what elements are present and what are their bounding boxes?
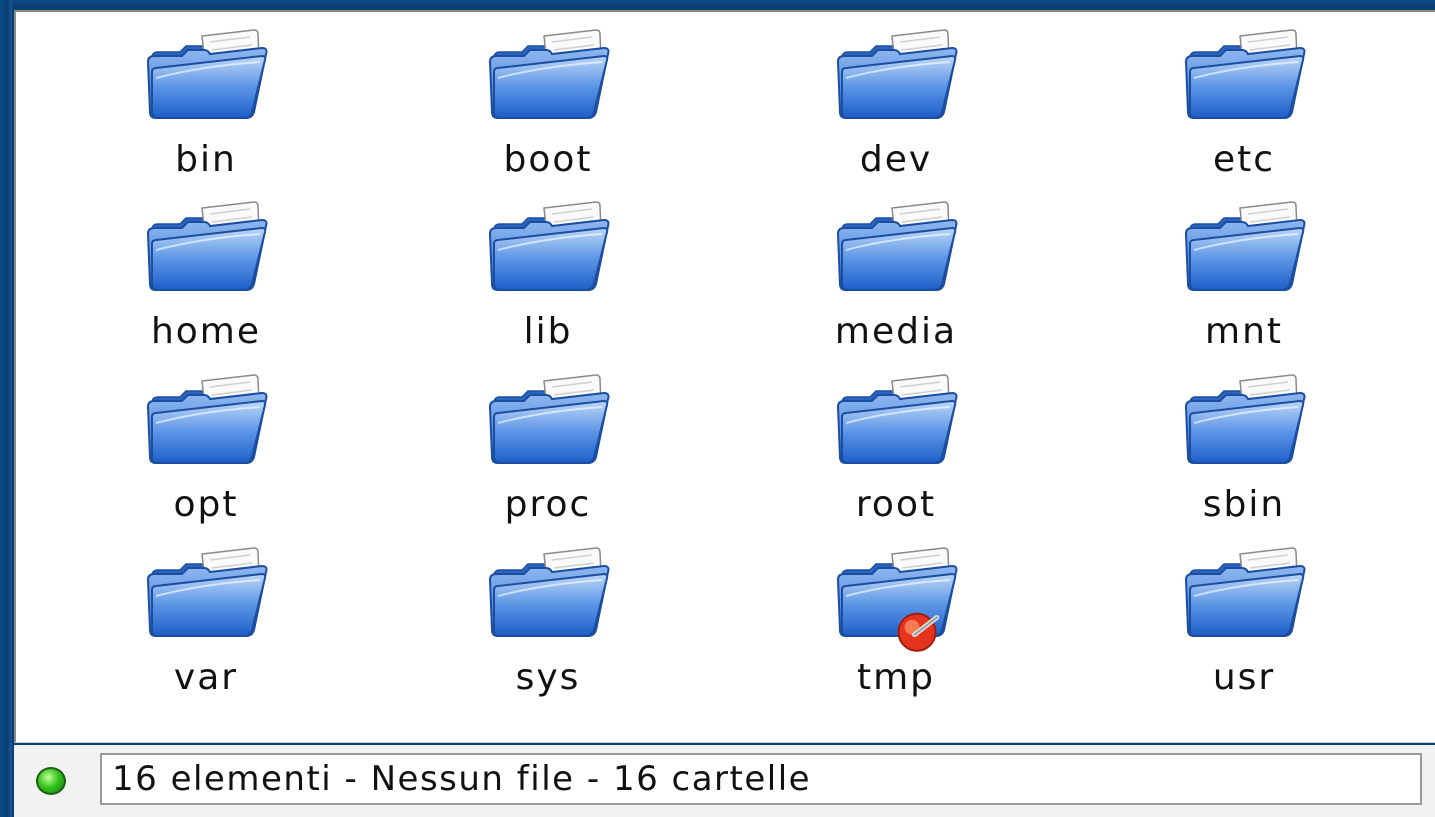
folder-label: lib bbox=[523, 311, 573, 352]
folder-item-proc[interactable]: proc bbox=[418, 357, 678, 525]
folder-icon bbox=[484, 373, 612, 473]
folder-label: bin bbox=[175, 139, 237, 180]
folder-item-var[interactable]: var bbox=[76, 530, 336, 698]
folder-label: var bbox=[173, 657, 239, 698]
folder-item-dev[interactable]: dev bbox=[766, 12, 1026, 180]
folder-icon bbox=[1180, 28, 1308, 128]
folder-label: home bbox=[150, 311, 262, 352]
folder-item-opt[interactable]: opt bbox=[76, 357, 336, 525]
folder-view[interactable]: bin boot dev etc home lib media mnt opt … bbox=[14, 10, 1435, 743]
folder-label: boot bbox=[503, 139, 593, 180]
folder-label: sys bbox=[515, 657, 581, 698]
folder-item-sys[interactable]: sys bbox=[418, 530, 678, 698]
folder-item-tmp[interactable]: tmp bbox=[766, 530, 1026, 698]
folder-icon bbox=[142, 200, 270, 300]
folder-icon bbox=[142, 28, 270, 128]
folder-item-lib[interactable]: lib bbox=[418, 184, 678, 352]
folder-label: mnt bbox=[1205, 311, 1283, 352]
folder-label: proc bbox=[504, 484, 592, 525]
status-indicator-icon bbox=[36, 767, 66, 795]
folder-icon bbox=[142, 546, 270, 646]
folder-label: tmp bbox=[856, 657, 936, 698]
folder-icon bbox=[142, 373, 270, 473]
folder-icon bbox=[484, 28, 612, 128]
folder-icon bbox=[484, 200, 612, 300]
folder-icon bbox=[1180, 200, 1308, 300]
folder-label: etc bbox=[1212, 139, 1276, 180]
folder-label: dev bbox=[859, 139, 933, 180]
folder-grid: bin boot dev etc home lib media mnt opt … bbox=[16, 12, 1435, 745]
folder-icon bbox=[832, 373, 960, 473]
folder-item-usr[interactable]: usr bbox=[1114, 530, 1374, 698]
status-text: 16 elementi - Nessun file - 16 cartelle bbox=[112, 759, 812, 799]
folder-icon bbox=[1180, 546, 1308, 646]
file-manager-window: bin boot dev etc home lib media mnt opt … bbox=[0, 0, 1435, 817]
folder-label: usr bbox=[1212, 657, 1276, 698]
folder-item-home[interactable]: home bbox=[76, 184, 336, 352]
folder-icon bbox=[1180, 373, 1308, 473]
folder-label: sbin bbox=[1202, 484, 1286, 525]
folder-item-media[interactable]: media bbox=[766, 184, 1026, 352]
status-message-box: 16 elementi - Nessun file - 16 cartelle bbox=[100, 753, 1422, 805]
folder-item-sbin[interactable]: sbin bbox=[1114, 357, 1374, 525]
folder-item-etc[interactable]: etc bbox=[1114, 12, 1374, 180]
folder-label: opt bbox=[173, 484, 239, 525]
folder-item-bin[interactable]: bin bbox=[76, 12, 336, 180]
folder-icon bbox=[832, 200, 960, 300]
folder-item-boot[interactable]: boot bbox=[418, 12, 678, 180]
folder-icon bbox=[832, 28, 960, 128]
window-left-border[interactable] bbox=[0, 0, 12, 817]
folder-label: root bbox=[855, 484, 937, 525]
status-bar: 16 elementi - Nessun file - 16 cartelle bbox=[14, 745, 1435, 817]
window-top-border bbox=[0, 0, 1435, 8]
folder-item-mnt[interactable]: mnt bbox=[1114, 184, 1374, 352]
folder-temporary-icon bbox=[832, 546, 960, 652]
folder-label: media bbox=[834, 311, 958, 352]
folder-item-root[interactable]: root bbox=[766, 357, 1026, 525]
folder-icon bbox=[484, 546, 612, 646]
